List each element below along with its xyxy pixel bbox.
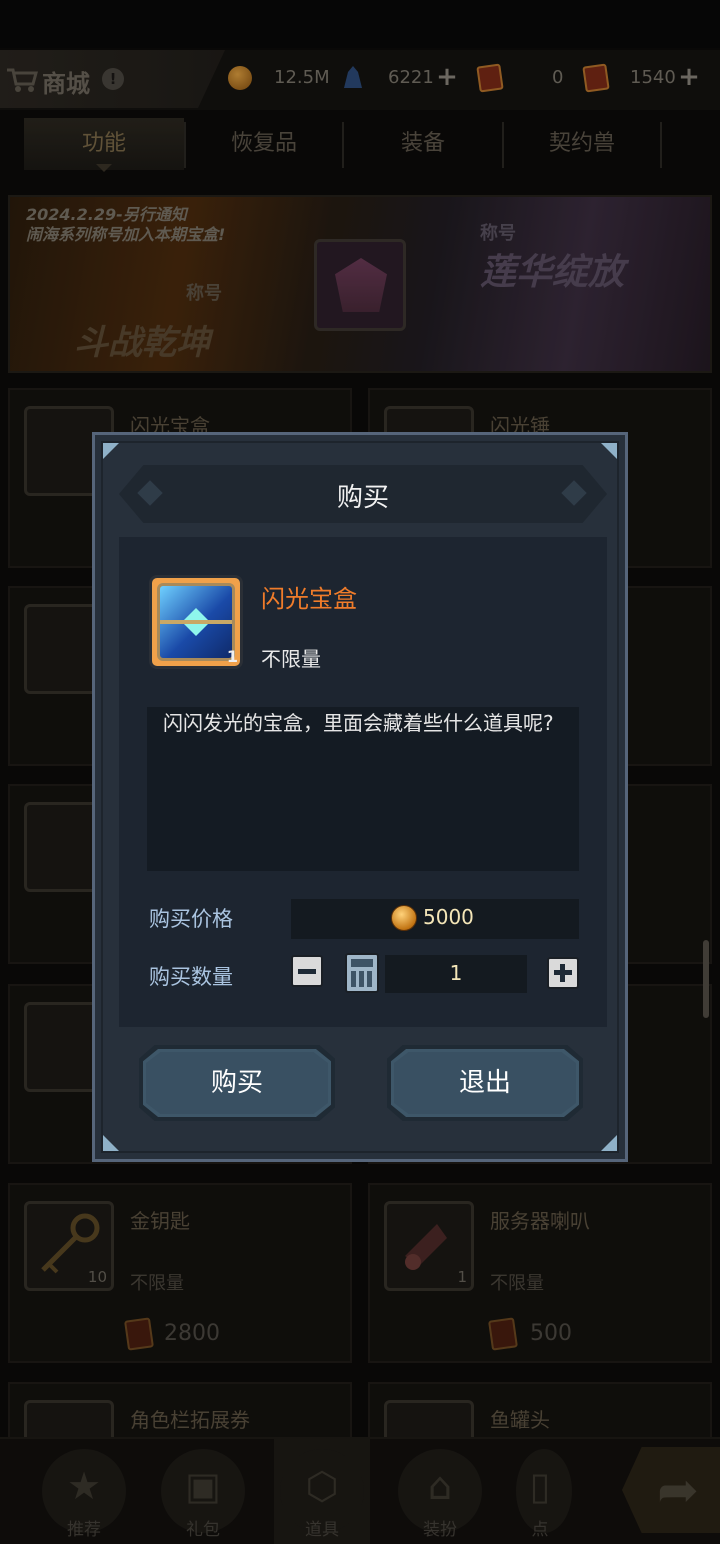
purchase-dialog: 购买 1 闪光宝盒 不限量 闪闪发光的宝盒，里面会藏着些什么道具呢? 购买价格 … — [92, 432, 628, 1162]
decrease-quantity-button[interactable] — [291, 955, 323, 987]
price-box: 5000 — [291, 899, 579, 939]
gold-coin-icon — [391, 905, 417, 931]
item-quantity: 1 — [226, 647, 238, 666]
quantity-label: 购买数量 — [149, 965, 233, 989]
item-limit: 不限量 — [261, 647, 321, 671]
item-icon-frame: 1 — [149, 575, 243, 669]
exit-button-label: 退出 — [458, 1068, 511, 1098]
item-description-box: 闪闪发光的宝盒，里面会藏着些什么道具呢? — [147, 707, 579, 871]
increase-quantity-button[interactable] — [547, 957, 579, 989]
buy-button[interactable]: 购买 — [139, 1045, 335, 1121]
dialog-title: 购买 — [336, 483, 389, 513]
exit-button[interactable]: 退出 — [387, 1045, 583, 1121]
quantity-value: 1 — [449, 961, 463, 985]
calculator-icon[interactable] — [345, 953, 379, 993]
price-label: 购买价格 — [149, 907, 233, 931]
scrollbar[interactable] — [703, 940, 709, 1018]
treasure-box-icon — [157, 583, 235, 661]
item-name: 闪光宝盒 — [261, 585, 357, 613]
buy-button-label: 购买 — [210, 1068, 263, 1098]
item-description: 闪闪发光的宝盒，里面会藏着些什么道具呢? — [163, 711, 554, 735]
quantity-input[interactable]: 1 — [385, 955, 527, 993]
price-value: 5000 — [423, 905, 474, 929]
